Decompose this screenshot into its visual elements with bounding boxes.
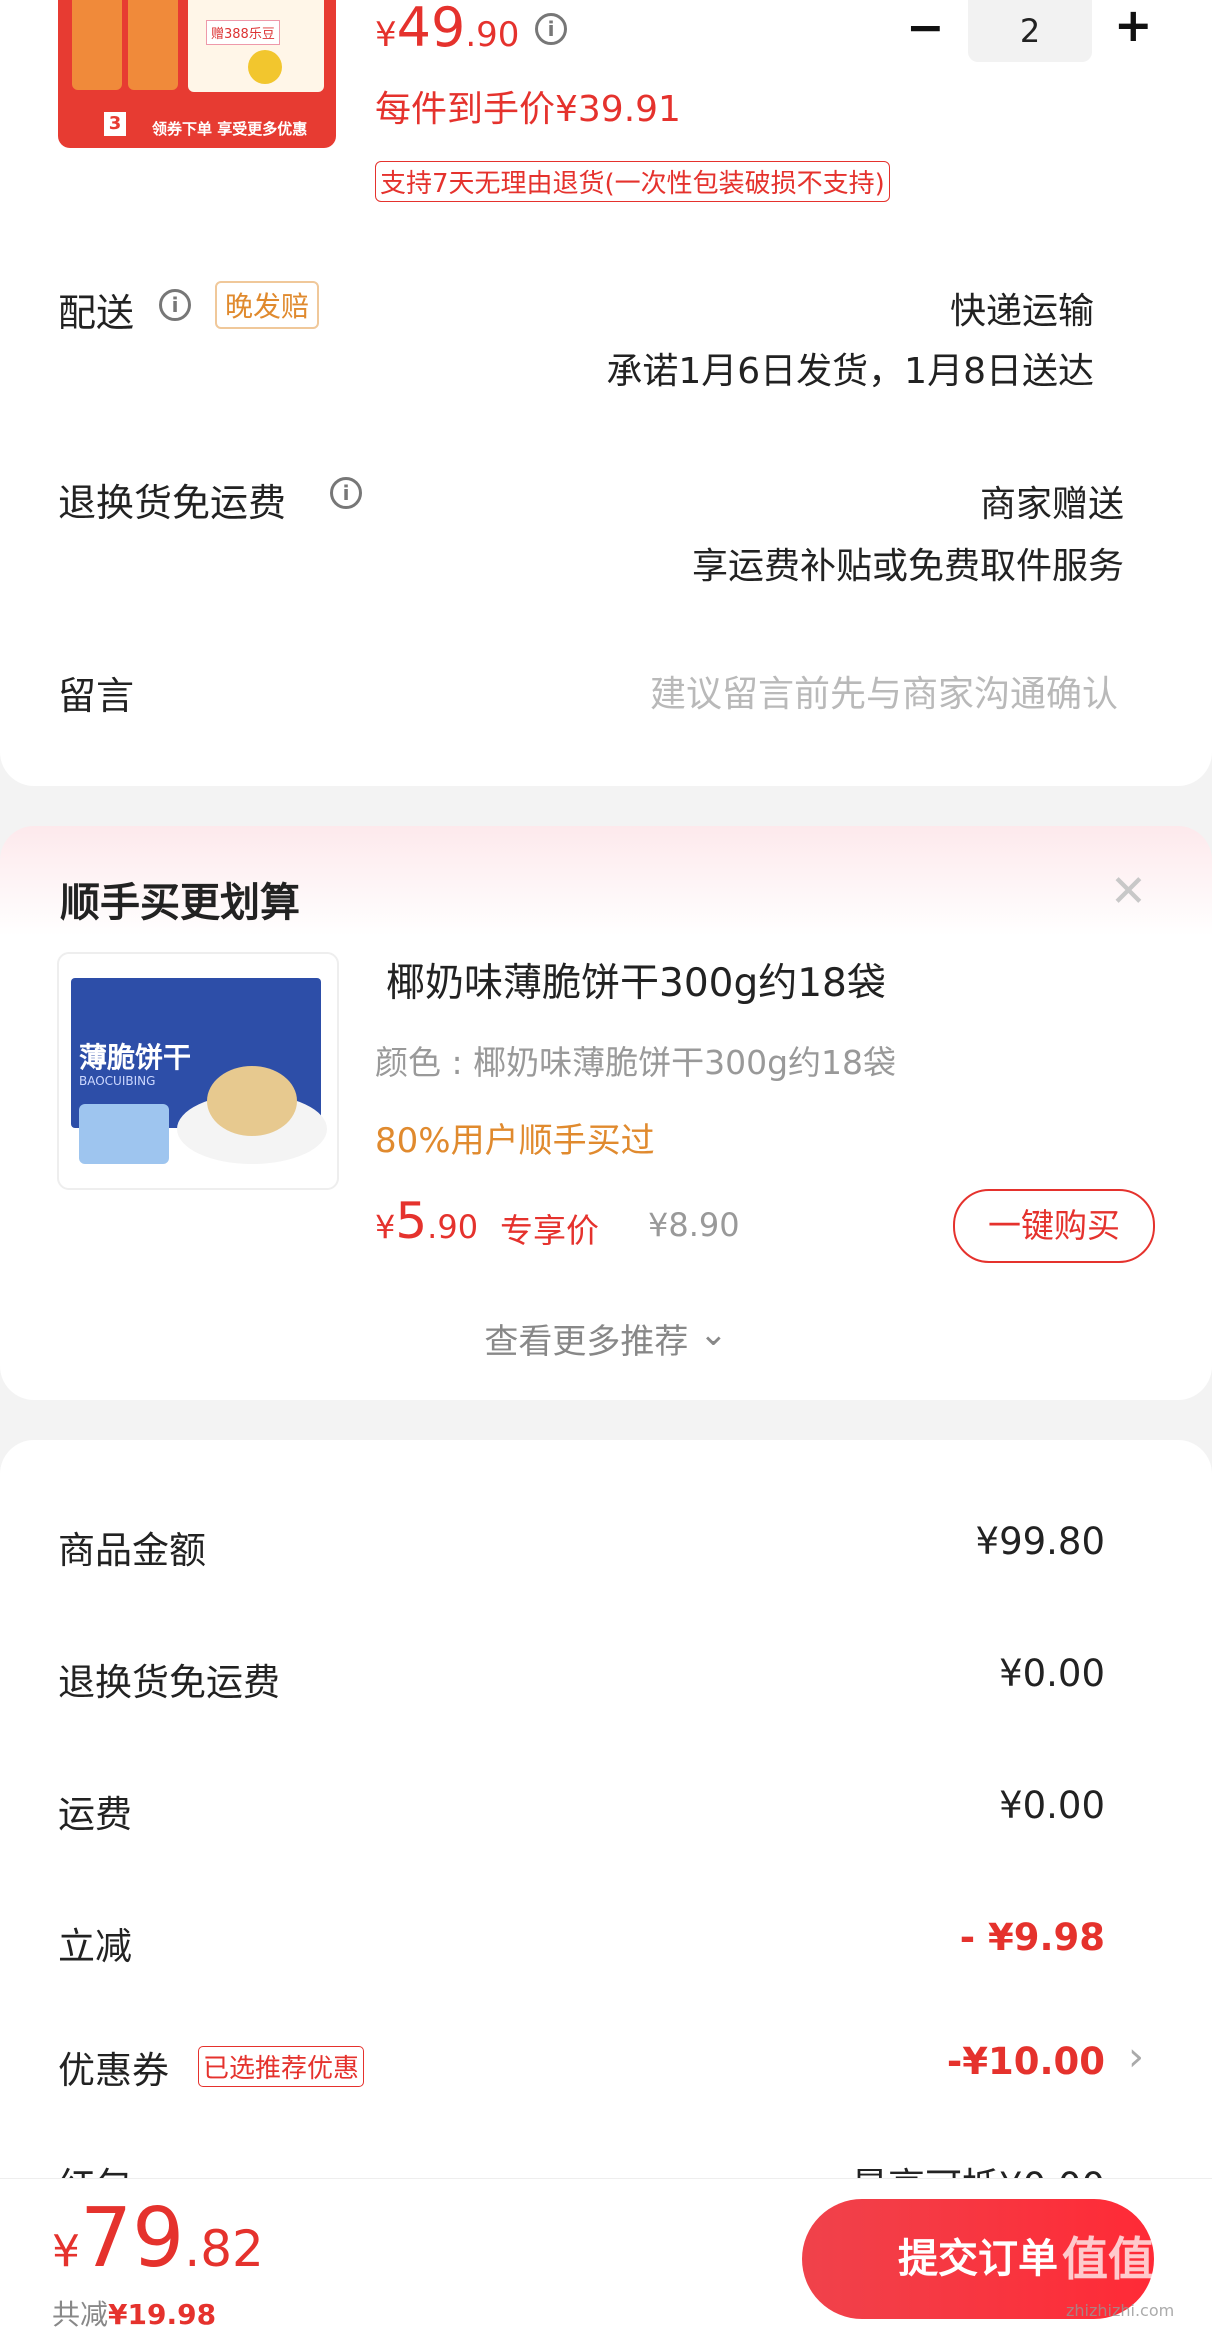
box-text: 薄脆饼干 — [79, 1041, 192, 1074]
quantity-input[interactable]: 2 — [968, 0, 1092, 62]
product-price: ¥49.90 — [375, 0, 519, 59]
can-graphic — [128, 0, 178, 90]
delivery-method[interactable]: 快递运输 — [950, 282, 1094, 334]
quantity-plus-button[interactable]: + — [1114, 0, 1153, 52]
exclusive-price-tag: 专享价 — [500, 1211, 599, 1250]
currency-symbol: ¥ — [52, 2226, 80, 2277]
gift-badge: 赠388乐豆 — [206, 20, 280, 45]
discount-value: - ¥9.98 — [959, 1916, 1105, 1959]
message-label: 留言 — [58, 674, 135, 718]
coupon-tag: 已选推荐优惠 — [198, 2046, 365, 2087]
per-item-price: 每件到手价¥39.91 — [375, 89, 681, 130]
close-icon[interactable]: ✕ — [1110, 866, 1147, 917]
original-price: ¥8.90 — [648, 1206, 740, 1244]
quantity-minus-button[interactable]: − — [906, 0, 945, 54]
summary-value: ¥99.80 — [975, 1520, 1105, 1563]
one-click-buy-button[interactable]: 一键购买 — [953, 1189, 1155, 1263]
summary-label: 运费 — [58, 1793, 132, 1836]
total-integer: 79 — [80, 2191, 185, 2286]
delivery-label: 配送 — [58, 291, 135, 335]
price-decimal: .90 — [465, 15, 520, 55]
watermark-url: zhizhizhi.com — [1066, 2301, 1175, 2320]
biscuit-graphic — [207, 1066, 297, 1136]
return-fee-info-icon[interactable]: i — [330, 477, 362, 509]
late-compensation-tag[interactable]: 晚发赔 — [215, 281, 320, 329]
price-decimal: .90 — [427, 1208, 479, 1246]
product-card: 赠388乐豆 3 领券下单 享受更多优惠 ¥49.90 i − 2 + 每件到手… — [0, 0, 1212, 786]
recommend-card: 顺手买更划算 ✕ 薄脆饼干 BAOCUIBING 椰奶味薄脆饼干300g约18袋… — [0, 826, 1212, 1400]
return-policy-badge: 支持7天无理由退货(一次性包装破损不支持) — [375, 161, 890, 202]
see-more-recommend[interactable]: 查看更多推荐 ⌄ — [0, 1314, 1212, 1363]
recommend-item-stat: 80%用户顺手买过 — [375, 1121, 655, 1161]
see-more-label: 查看更多推荐 — [484, 1322, 689, 1362]
saved-value: ¥19.98 — [108, 2298, 217, 2331]
return-fee-label: 退换货免运费 — [58, 481, 287, 525]
currency-symbol: ¥ — [375, 15, 397, 55]
coupon-value[interactable]: -¥10.00 — [947, 2040, 1105, 2083]
summary-label: 退换货免运费 — [58, 1661, 280, 1704]
delivery-info-icon[interactable]: i — [159, 289, 191, 321]
chevron-right-icon[interactable]: › — [1128, 2034, 1144, 2080]
price-info-icon[interactable]: i — [535, 13, 567, 45]
summary-label: 立减 — [58, 1925, 132, 1968]
image-badge-num: 3 — [104, 112, 126, 136]
total-price: ¥79.82 — [52, 2191, 264, 2286]
gift-card-graphic: 赠388乐豆 — [188, 0, 324, 92]
delivery-promise: 承诺1月6日发货，1月8日送达 — [606, 351, 1094, 392]
summary-value: ¥0.00 — [999, 1652, 1105, 1695]
recommend-title: 顺手买更划算 — [60, 880, 300, 926]
saved-label: 共减 — [52, 2298, 109, 2331]
summary-label: 商品金额 — [58, 1529, 206, 1572]
image-caption: 领券下单 享受更多优惠 — [152, 120, 308, 138]
coupon-label: 优惠券 — [58, 2049, 169, 2092]
summary-value: ¥0.00 — [999, 1784, 1105, 1827]
return-fee-value[interactable]: 商家赠送 — [980, 475, 1124, 527]
can-graphic — [72, 0, 122, 90]
return-fee-desc: 享运费补贴或免费取件服务 — [691, 546, 1124, 587]
watermark-logo: 值值值 — [1062, 2232, 1200, 2286]
coin-graphic — [248, 50, 282, 84]
chevron-down-icon: ⌄ — [699, 1314, 728, 1354]
price-integer: 49 — [396, 0, 466, 59]
recommend-item-spec: 颜色 : 椰奶味薄脆饼干300g约18袋 — [375, 1043, 897, 1082]
biscuit-pack-graphic — [79, 1104, 169, 1164]
box-subtext: BAOCUIBING — [79, 1074, 156, 1088]
price-integer: 5 — [395, 1192, 428, 1250]
total-decimal: .82 — [184, 2220, 264, 2278]
checkout-bar: ¥79.82 共减¥19.98 提交订单 值值值 zhizhizhi.com — [0, 2178, 1212, 2335]
recommend-item-name[interactable]: 椰奶味薄脆饼干300g约18袋 — [386, 952, 886, 1008]
product-image[interactable]: 赠388乐豆 3 领券下单 享受更多优惠 — [58, 0, 336, 148]
recommend-product-image[interactable]: 薄脆饼干 BAOCUIBING — [57, 952, 339, 1190]
saved-amount: 共减¥19.98 — [52, 2293, 216, 2333]
recommend-price: ¥5.90 — [375, 1192, 478, 1250]
currency-symbol: ¥ — [375, 1208, 396, 1246]
message-input[interactable]: 建议留言前先与商家沟通确认 — [650, 665, 1118, 717]
